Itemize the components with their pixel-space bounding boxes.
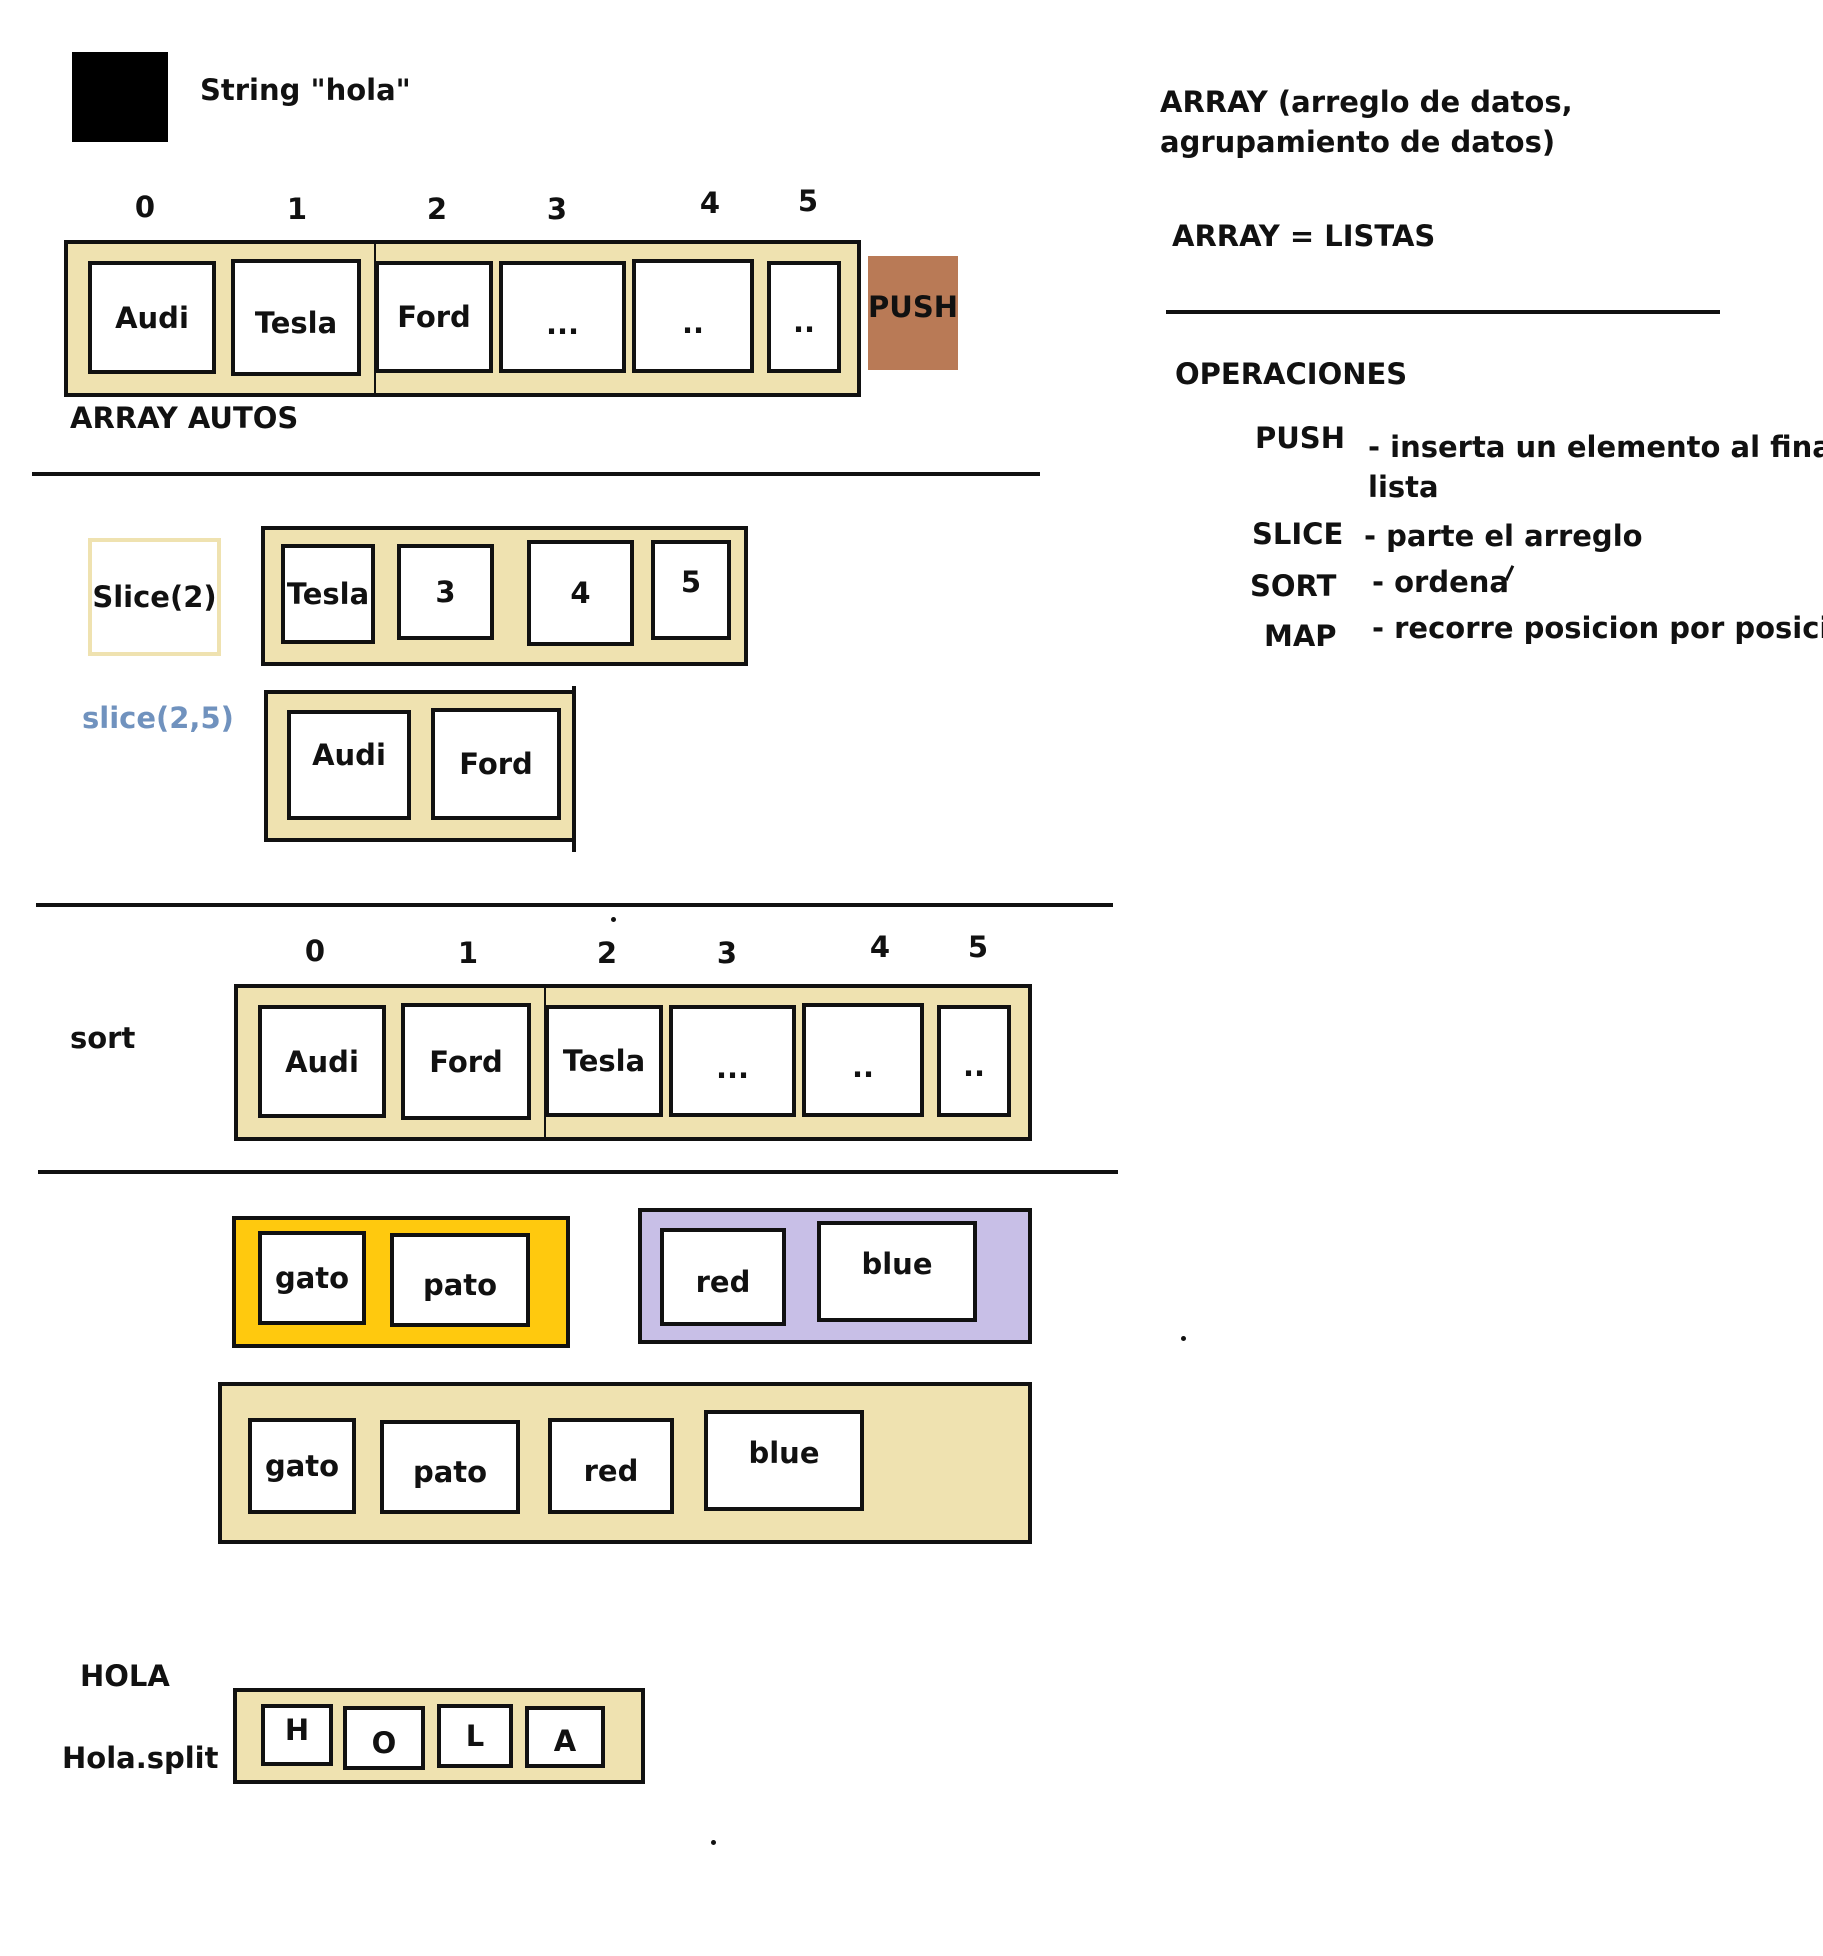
array-title: ARRAY (arreglo de datos, agrupamiento de…	[1160, 85, 1573, 159]
slice-range-right-edge	[572, 686, 576, 852]
op-push-desc: - inserta un elemento al final de lista	[1368, 430, 1823, 504]
stray-dot-2	[1181, 1336, 1186, 1341]
stray-dot	[611, 917, 616, 922]
sort-index-3: 3	[716, 936, 738, 970]
divider-3	[38, 1170, 1118, 1174]
concat-cell-red: red	[548, 1418, 674, 1514]
slice-range-array: Audi Ford	[264, 690, 575, 842]
sort-index-5: 5	[967, 930, 989, 964]
concat-cell-pato: pato	[380, 1420, 520, 1514]
sort-cell-tesla: Tesla	[545, 1005, 663, 1117]
array-b: red blue	[638, 1208, 1032, 1344]
push-label: PUSH	[868, 289, 958, 324]
push-box: PUSH	[868, 256, 958, 370]
array-autos: Audi Tesla Ford ... .. ..	[64, 240, 861, 397]
autos-cell-dots2: ..	[632, 259, 754, 373]
slice-cell-4: 4	[527, 540, 634, 646]
sort-index-0: 0	[304, 934, 326, 968]
autos-index-5: 5	[797, 184, 819, 218]
sort-index-2: 2	[596, 936, 618, 970]
split-cell-h: H	[261, 1704, 333, 1766]
autos-cell-dots3: ...	[499, 261, 626, 373]
op-map-name: MAP	[1264, 619, 1337, 653]
op-slice-desc: - parte el arreglo	[1364, 519, 1643, 553]
sidebar-divider	[1166, 310, 1720, 314]
op-sort-desc: - ordena	[1372, 565, 1509, 599]
concat-result-array: gato pato red blue	[218, 1382, 1032, 1544]
slice-label-box: Slice(2)	[88, 538, 221, 656]
black-square	[72, 52, 168, 142]
sort-cell-ford: Ford	[401, 1003, 531, 1120]
autos-cell-audi: Audi	[88, 261, 216, 374]
op-sort-name: SORT	[1250, 569, 1337, 603]
split-array: H O L A	[233, 1688, 645, 1784]
string-label: String "hola"	[200, 73, 411, 107]
array-a-cell-pato: pato	[390, 1233, 530, 1327]
divider-1	[32, 472, 1040, 476]
op-map-desc: - recorre posicion por posicion	[1372, 611, 1823, 645]
split-cell-l: L	[437, 1704, 513, 1768]
array-a: gato pato	[232, 1216, 570, 1348]
autos-cell-tesla: Tesla	[231, 259, 361, 376]
autos-cell-dots2b: ..	[767, 261, 841, 373]
split-cell-o: O	[343, 1706, 425, 1770]
split-word: HOLA	[80, 1659, 170, 1693]
op-slice-name: SLICE	[1252, 517, 1344, 551]
sort-cell-audi: Audi	[258, 1005, 386, 1118]
sort-label: sort	[70, 1021, 136, 1055]
sort-array: Audi Ford Tesla ... .. ..	[234, 984, 1032, 1141]
array-b-cell-red: red	[660, 1228, 786, 1326]
split-call: Hola.split	[62, 1741, 219, 1775]
autos-index-2: 2	[426, 192, 448, 226]
autos-index-4: 4	[699, 186, 721, 220]
slice-range-cell-audi: Audi	[287, 710, 411, 820]
autos-index-1: 1	[286, 192, 308, 226]
operations-title: OPERACIONES	[1175, 357, 1408, 391]
sort-index-1: 1	[457, 936, 479, 970]
slice-cell-3: 3	[397, 544, 494, 640]
slice-range-label: slice(2,5)	[82, 701, 234, 735]
concat-cell-blue: blue	[704, 1410, 864, 1511]
concat-cell-gato: gato	[248, 1418, 356, 1514]
autos-index-0: 0	[134, 190, 156, 224]
array-equals-listas: ARRAY = LISTAS	[1172, 219, 1436, 253]
sort-index-4: 4	[869, 930, 891, 964]
sort-cell-dots3: ...	[669, 1005, 796, 1117]
slice-cell-tesla: Tesla	[281, 544, 375, 644]
autos-index-3: 3	[546, 192, 568, 226]
autos-cell-ford: Ford	[375, 261, 493, 373]
array-autos-caption: ARRAY AUTOS	[70, 401, 299, 435]
sort-cell-dots2b: ..	[937, 1005, 1011, 1117]
split-cell-a: A	[525, 1706, 605, 1768]
divider-2	[36, 903, 1113, 907]
slice-range-cell-ford: Ford	[431, 708, 561, 820]
stray-dot-3	[711, 1840, 716, 1845]
slice-result-array: Tesla 3 4 5	[261, 526, 748, 666]
array-b-cell-blue: blue	[817, 1221, 977, 1322]
slice-cell-5: 5	[651, 540, 731, 640]
slice-label: Slice(2)	[92, 579, 217, 614]
op-push-name: PUSH	[1255, 421, 1345, 455]
sort-cell-dots2: ..	[802, 1003, 924, 1117]
array-a-cell-gato: gato	[258, 1231, 366, 1325]
